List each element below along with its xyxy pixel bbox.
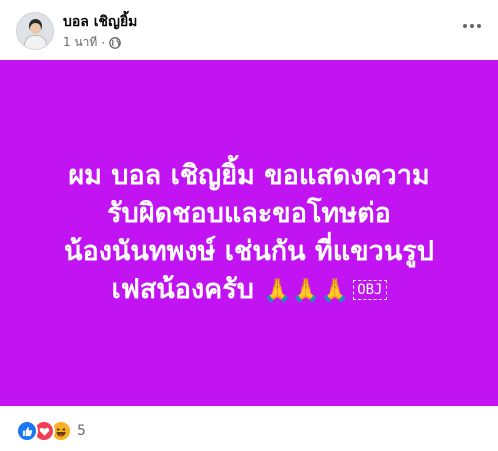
post-text-line: รับผิดชอบและขอโทษต่อ — [107, 197, 391, 229]
more-options-button[interactable] — [460, 14, 484, 38]
post-text-line: น้องนันทพงษ์ เช่นกัน ที่แขวนรูป — [64, 235, 434, 267]
globe-icon[interactable] — [109, 36, 121, 49]
more-dot-icon — [477, 24, 481, 28]
more-dot-icon — [463, 24, 467, 28]
post-text-line: เฟสน้องครับ — [111, 273, 254, 305]
reaction-count: 5 — [77, 423, 86, 439]
post-meta: 1 นาที · — [63, 33, 121, 52]
like-icon — [16, 420, 38, 442]
avatar-body — [24, 35, 47, 49]
author-avatar[interactable] — [16, 12, 54, 50]
post-header: บอล เชิญยิ้ม 1 นาที · — [0, 0, 498, 60]
meta-separator: · — [101, 35, 106, 50]
post-text-line-last: เฟสน้องครับ 🙏🙏🙏 OBJ — [14, 271, 484, 310]
post-background: ผม บอล เชิญยิ้ม ขอแสดงความ รับผิดชอบและข… — [0, 60, 498, 406]
object-placeholder: OBJ — [353, 280, 387, 300]
author-name[interactable]: บอล เชิญยิ้ม — [63, 11, 137, 33]
avatar-face — [30, 23, 41, 34]
facebook-post: บอล เชิญยิ้ม 1 นาที · ผม บอล เชิญยิ้ม ขอ… — [0, 0, 498, 451]
reactions-summary[interactable]: 5 — [16, 420, 86, 442]
post-text: ผม บอล เชิญยิ้ม ขอแสดงความ รับผิดชอบและข… — [14, 157, 484, 310]
post-footer: 5 — [0, 406, 498, 451]
post-timestamp[interactable]: 1 นาที — [63, 33, 97, 52]
more-dot-icon — [470, 24, 474, 28]
post-text-line: ผม บอล เชิญยิ้ม ขอแสดงความ — [68, 159, 430, 191]
praying-hands-emoji: 🙏🙏🙏 — [263, 277, 350, 304]
